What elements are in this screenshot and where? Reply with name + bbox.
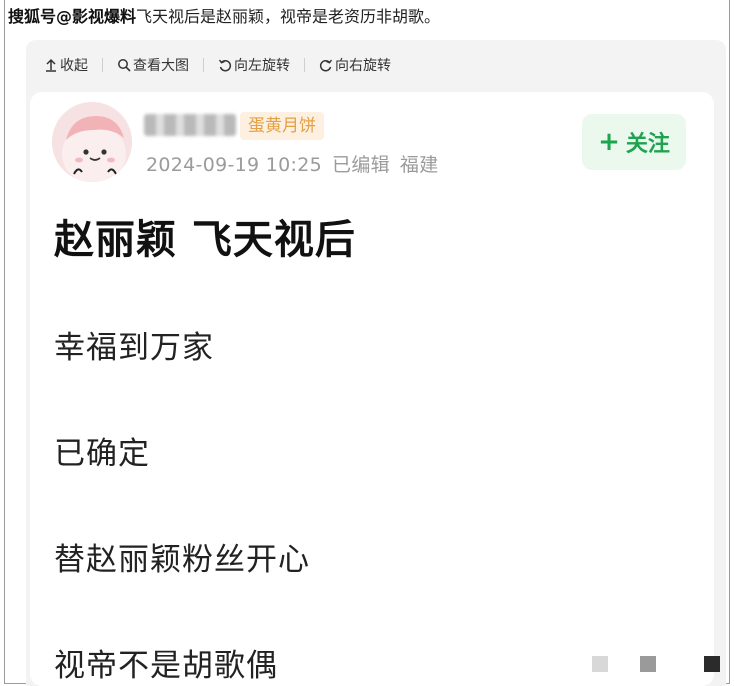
- post-line: 已确定: [54, 436, 150, 472]
- caption-source: 搜狐号@影视爆料: [8, 7, 137, 26]
- rotate-right-label: 向右旋转: [335, 58, 391, 74]
- avatar-face-icon: [52, 102, 132, 182]
- watermark-block: [592, 656, 608, 672]
- arrow-up-icon: [46, 58, 56, 72]
- image-caption: 搜狐号@影视爆料飞天视后是赵丽颖，视帝是老资历非胡歌。: [8, 5, 440, 29]
- post-meta: 2024-09-19 10:25 已编辑 福建: [146, 150, 449, 177]
- rotate-right-icon: [319, 59, 333, 72]
- plus-icon: +: [598, 127, 620, 157]
- toolbar-divider: [304, 58, 305, 72]
- follow-button[interactable]: + 关注: [582, 114, 686, 170]
- caption-text: 飞天视后是赵丽颖，视帝是老资历非胡歌。: [136, 7, 441, 26]
- post-line: 视帝不是胡歌偶: [54, 648, 278, 684]
- follow-label: 关注: [625, 132, 670, 157]
- toolbar-divider: [203, 58, 204, 72]
- rotate-right-button[interactable]: 向右旋转: [317, 55, 393, 75]
- post-location: 福建: [399, 154, 439, 176]
- post-line: 替赵丽颖粉丝开心: [54, 542, 310, 578]
- post-timestamp: 2024-09-19 10:25: [146, 154, 323, 176]
- magnifier-icon: [118, 59, 131, 72]
- post-line: 幸福到万家: [54, 330, 214, 366]
- view-large-label: 查看大图: [133, 58, 189, 74]
- rotate-left-label: 向左旋转: [234, 58, 290, 74]
- collapse-label: 收起: [60, 58, 88, 74]
- username-redacted: [144, 114, 236, 136]
- watermark-block: [704, 656, 720, 672]
- toolbar-divider: [102, 58, 103, 72]
- rotate-left-button[interactable]: 向左旋转: [216, 55, 292, 75]
- post-title: 赵丽颖 飞天视后: [54, 217, 356, 263]
- view-large-button[interactable]: 查看大图: [115, 55, 191, 75]
- viewer-toolbar: 收起 查看大图 向左旋转 向右旋转: [42, 52, 393, 78]
- avatar[interactable]: [52, 102, 132, 182]
- watermark-block: [640, 656, 656, 672]
- user-badge: 蛋黄月饼: [240, 112, 324, 140]
- edited-label: 已编辑: [332, 154, 390, 176]
- rotate-left-icon: [218, 59, 232, 72]
- post-card: 蛋黄月饼 2024-09-19 10:25 已编辑 福建 + 关注 赵丽颖 飞天视后…: [30, 92, 714, 686]
- collapse-button[interactable]: 收起: [42, 55, 90, 75]
